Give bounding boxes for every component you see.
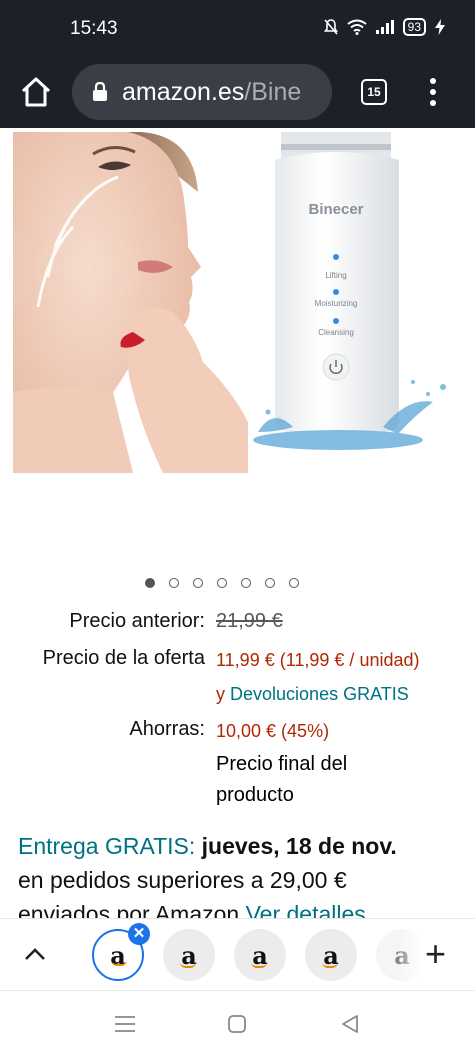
tab-item-active[interactable]: a ✕: [92, 923, 150, 981]
final-price-line-1: Precio final del: [216, 753, 348, 775]
lock-icon: [93, 82, 107, 101]
savings-label: Ahorras:: [129, 718, 205, 740]
free-delivery-link[interactable]: Entrega GRATIS:: [18, 833, 195, 859]
returns-prefix: y: [216, 684, 225, 704]
offer-price-label: Precio de la oferta: [42, 647, 205, 669]
device-brand-label: Binecer: [308, 201, 363, 218]
system-navigation-bar: [0, 990, 475, 1057]
returns-line: y Devoluciones GRATIS: [216, 684, 409, 705]
overflow-menu-icon[interactable]: [423, 74, 443, 110]
tab-strip: a ✕ a a a a +: [0, 918, 475, 991]
battery-indicator: 93: [402, 18, 426, 36]
clock: 15:43: [70, 18, 118, 39]
carousel-dot[interactable]: [241, 578, 251, 588]
close-icon[interactable]: ✕: [128, 923, 150, 945]
address-bar[interactable]: amazon.es/Bine: [72, 64, 332, 120]
recents-menu-icon[interactable]: [114, 1015, 136, 1033]
home-nav-icon[interactable]: [227, 1014, 247, 1034]
device-mode-2: Moisturizing: [315, 299, 358, 308]
device-mode-3: Cleansing: [318, 328, 354, 337]
final-price-line-2: producto: [216, 784, 294, 806]
image-carousel-indicator[interactable]: [145, 578, 299, 588]
signal-icon: [375, 20, 394, 34]
home-icon[interactable]: [18, 74, 54, 110]
status-icons: 93: [323, 18, 445, 36]
carousel-dot[interactable]: [265, 578, 275, 588]
previous-price-label: Precio anterior:: [69, 610, 205, 632]
charging-icon: [435, 19, 445, 35]
free-returns-link[interactable]: Devoluciones GRATIS: [230, 684, 409, 704]
tab-item[interactable]: a: [234, 929, 286, 981]
url-domain: amazon.es: [122, 77, 245, 106]
offer-price-value: 11,99 € (11,99 € / unidad): [216, 650, 420, 670]
savings-value: 10,00 € (45%): [216, 721, 330, 741]
status-bar: 15:43 93: [0, 0, 475, 60]
product-image[interactable]: Binecer Lifting Moisturizing Cleansing: [13, 132, 463, 473]
tab-item[interactable]: a: [163, 929, 215, 981]
url-path: /Bine: [244, 77, 302, 106]
add-tab-button[interactable]: +: [425, 933, 446, 975]
product-photo: Binecer Lifting Moisturizing Cleansing: [13, 132, 446, 473]
chevron-up-icon[interactable]: [24, 947, 46, 961]
do-not-disturb-icon: [323, 19, 338, 35]
back-nav-icon[interactable]: [340, 1014, 360, 1034]
device-mode-1: Lifting: [325, 271, 346, 280]
browser-toolbar: amazon.es/Bine 15: [0, 60, 475, 128]
wifi-icon: [347, 19, 367, 35]
delivery-threshold: en pedidos superiores a 29,00 €: [18, 867, 347, 893]
tab-switcher-button[interactable]: 15: [361, 79, 387, 105]
previous-price-value: 21,99 €: [216, 610, 283, 632]
delivery-info: Entrega GRATIS: jueves, 18 de nov. en pe…: [18, 829, 458, 931]
carousel-dot[interactable]: [169, 578, 179, 588]
carousel-dot[interactable]: [217, 578, 227, 588]
carousel-dot[interactable]: [289, 578, 299, 588]
tab-item[interactable]: a: [305, 929, 357, 981]
carousel-dot[interactable]: [145, 578, 155, 588]
delivery-date: jueves, 18 de nov.: [201, 833, 397, 859]
carousel-dot[interactable]: [193, 578, 203, 588]
url-text: amazon.es/Bine: [122, 78, 301, 107]
